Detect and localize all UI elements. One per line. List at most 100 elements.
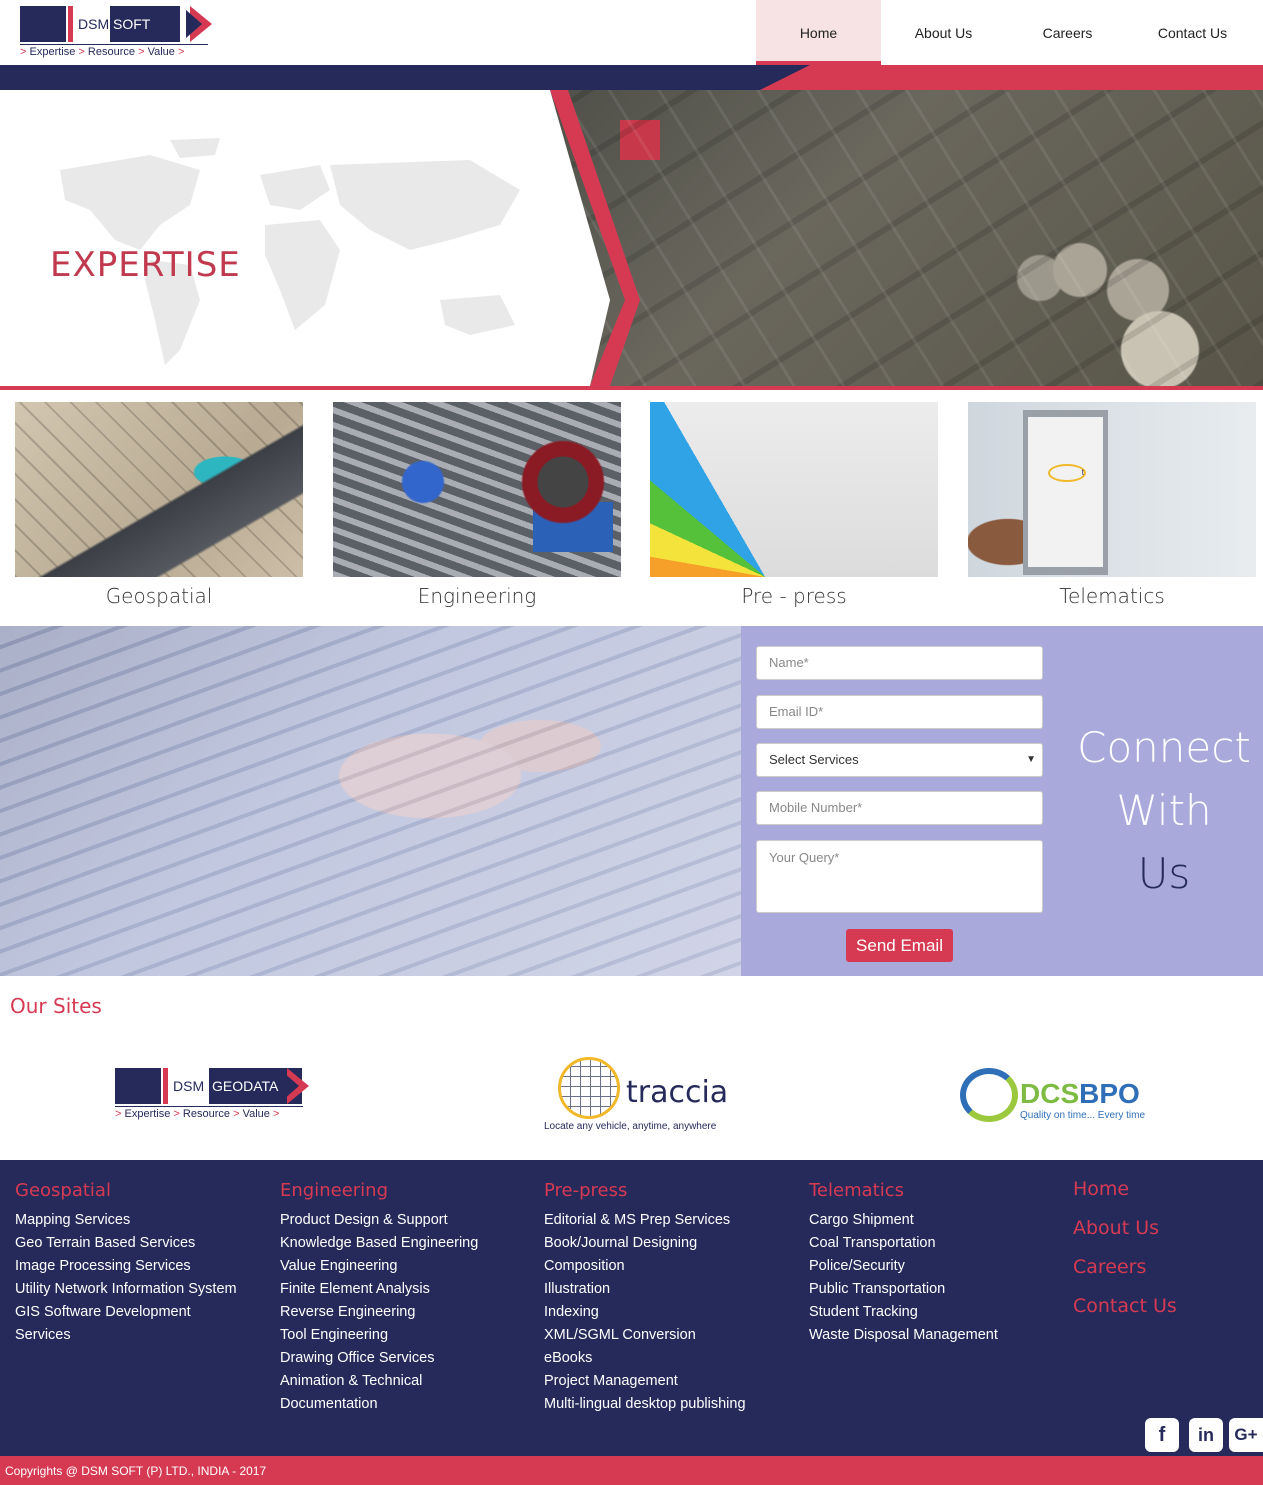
footer-col-geospatial: Geospatial Mapping Services Geo Terrain …: [15, 1180, 237, 1347]
footer-nav-home[interactable]: Home: [1073, 1170, 1177, 1209]
footer-col-telematics: Telematics Cargo Shipment Coal Transport…: [809, 1180, 998, 1347]
footer-link[interactable]: Mapping Services: [15, 1209, 237, 1232]
footer-link[interactable]: Services: [15, 1324, 237, 1347]
footer-link[interactable]: GIS Software Development: [15, 1301, 237, 1324]
logo-bar: [163, 1068, 168, 1104]
engineering-image[interactable]: [333, 402, 621, 577]
logo-underline: [115, 1106, 303, 1107]
logo-tagline: > Expertise > Resource > Value >: [20, 46, 185, 58]
footer-link[interactable]: Cargo Shipment: [809, 1209, 998, 1232]
footer-link[interactable]: Drawing Office Services: [280, 1347, 478, 1370]
email-field[interactable]: Email ID*: [756, 695, 1043, 729]
footer-link[interactable]: Multi-lingual desktop publishing: [544, 1393, 746, 1416]
dsm-soft-logo[interactable]: DSM SOFT > Expertise > Resource > Value …: [20, 6, 215, 60]
footer-link[interactable]: Documentation: [280, 1393, 478, 1416]
mobile-field[interactable]: Mobile Number*: [756, 791, 1043, 825]
site-header: DSM SOFT > Expertise > Resource > Value …: [0, 0, 1263, 65]
geodata-tagline: > Expertise > Resource > Value >: [115, 1108, 280, 1120]
header-band-accent: [760, 65, 1263, 90]
footer-link[interactable]: Utility Network Information System: [15, 1278, 237, 1301]
footer-heading[interactable]: Pre-press: [544, 1180, 746, 1201]
services-select-value: Select Services: [769, 752, 859, 767]
logo-block: [115, 1068, 161, 1104]
dcs-tagline: Quality on time... Every time: [1020, 1110, 1146, 1121]
footer-link[interactable]: Student Tracking: [809, 1301, 998, 1324]
nav-contact-us[interactable]: Contact Us: [1130, 0, 1255, 65]
traccia-logo[interactable]: traccia Locate any vehicle, anytime, any…: [540, 1055, 740, 1135]
logo-word-soft: SOFT: [110, 6, 181, 42]
connect-title-line2: With: [1116, 786, 1212, 835]
footer-link[interactable]: Animation & Technical: [280, 1370, 478, 1393]
site-footer: Geospatial Mapping Services Geo Terrain …: [0, 1160, 1263, 1456]
dsm-geodata-logo[interactable]: DSM GEODATA > Expertise > Resource > Val…: [115, 1068, 315, 1126]
our-sites-title: Our Sites: [10, 994, 102, 1018]
hero-title: EXPERTISE: [50, 245, 241, 285]
hero-banner: EXPERTISE: [0, 90, 1263, 390]
footer-link[interactable]: Product Design & Support: [280, 1209, 478, 1232]
dcs-swirl-icon: [960, 1068, 1018, 1122]
copyright-bar: Copyrights @ DSM SOFT (P) LTD., INDIA - …: [0, 1456, 1263, 1485]
telematics-image[interactable]: t: [968, 402, 1256, 577]
traccia-word: traccia: [626, 1075, 729, 1110]
footer-nav-contact-us[interactable]: Contact Us: [1073, 1287, 1177, 1326]
footer-link[interactable]: Waste Disposal Management: [809, 1324, 998, 1347]
footer-link[interactable]: eBooks: [544, 1347, 746, 1370]
dcs-bpo-logo[interactable]: DCSBPO Quality on time... Every time: [960, 1064, 1160, 1126]
google-plus-icon[interactable]: G+: [1229, 1418, 1263, 1452]
send-email-button[interactable]: Send Email: [846, 929, 953, 962]
footer-nav-careers[interactable]: Careers: [1073, 1248, 1177, 1287]
telematics-label[interactable]: Telematics: [968, 584, 1256, 608]
services-select[interactable]: Select Services ▼: [756, 743, 1043, 777]
footer-link[interactable]: Tool Engineering: [280, 1324, 478, 1347]
footer-link[interactable]: Indexing: [544, 1301, 746, 1324]
nav-home[interactable]: Home: [756, 0, 881, 65]
logo-arrow-inner: [283, 1072, 299, 1100]
connect-title-line1: Connect: [1077, 723, 1251, 772]
logo-arrow-inner: [186, 10, 202, 38]
footer-nav-about-us[interactable]: About Us: [1073, 1209, 1177, 1248]
nav-about-us[interactable]: About Us: [881, 0, 1006, 65]
prepress-label[interactable]: Pre - press: [650, 584, 938, 608]
footer-link[interactable]: Image Processing Services: [15, 1255, 237, 1278]
prepress-image[interactable]: [650, 402, 938, 577]
footer-heading[interactable]: Geospatial: [15, 1180, 237, 1201]
connect-section: Name* Email ID* Select Services ▼ Mobile…: [0, 626, 1263, 976]
caret-down-icon: ▼: [1026, 754, 1036, 765]
dcs-word: DCSBPO: [1020, 1078, 1140, 1109]
connect-title: Connect With Us: [1061, 716, 1263, 905]
facebook-icon[interactable]: f: [1145, 1418, 1179, 1452]
linkedin-icon[interactable]: in: [1189, 1418, 1223, 1452]
globe-icon: [558, 1057, 620, 1119]
connect-title-line3: Us: [1137, 849, 1191, 898]
footer-link[interactable]: Reverse Engineering: [280, 1301, 478, 1324]
footer-link[interactable]: Book/Journal Designing: [544, 1232, 746, 1255]
footer-link[interactable]: Knowledge Based Engineering: [280, 1232, 478, 1255]
footer-link[interactable]: Finite Element Analysis: [280, 1278, 478, 1301]
footer-col-engineering: Engineering Product Design & Support Kno…: [280, 1180, 478, 1416]
image-overlay: [0, 626, 741, 976]
logo-block: [20, 6, 66, 42]
footer-link[interactable]: Editorial & MS Prep Services: [544, 1209, 746, 1232]
footer-link[interactable]: Coal Transportation: [809, 1232, 998, 1255]
hero-bottom-line: [0, 386, 1263, 390]
logo-word-dsm: DSM: [75, 6, 113, 42]
footer-link[interactable]: Police/Security: [809, 1255, 998, 1278]
footer-link[interactable]: XML/SGML Conversion: [544, 1324, 746, 1347]
footer-link[interactable]: Composition: [544, 1255, 746, 1278]
footer-link[interactable]: Illustration: [544, 1278, 746, 1301]
geospatial-image[interactable]: [15, 402, 303, 577]
footer-link[interactable]: Project Management: [544, 1370, 746, 1393]
logo-underline: [20, 44, 208, 45]
footer-link[interactable]: Geo Terrain Based Services: [15, 1232, 237, 1255]
footer-heading[interactable]: Engineering: [280, 1180, 478, 1201]
footer-link[interactable]: Public Transportation: [809, 1278, 998, 1301]
name-field[interactable]: Name*: [756, 646, 1043, 680]
traccia-phone-logo: t: [1048, 464, 1086, 482]
engineering-label[interactable]: Engineering: [333, 584, 621, 608]
footer-link[interactable]: Value Engineering: [280, 1255, 478, 1278]
footer-heading[interactable]: Telematics: [809, 1180, 998, 1201]
query-textarea[interactable]: Your Query*: [756, 840, 1043, 913]
traccia-tagline: Locate any vehicle, anytime, anywhere: [544, 1121, 717, 1132]
nav-careers[interactable]: Careers: [1005, 0, 1130, 65]
geospatial-label[interactable]: Geospatial: [15, 584, 303, 608]
